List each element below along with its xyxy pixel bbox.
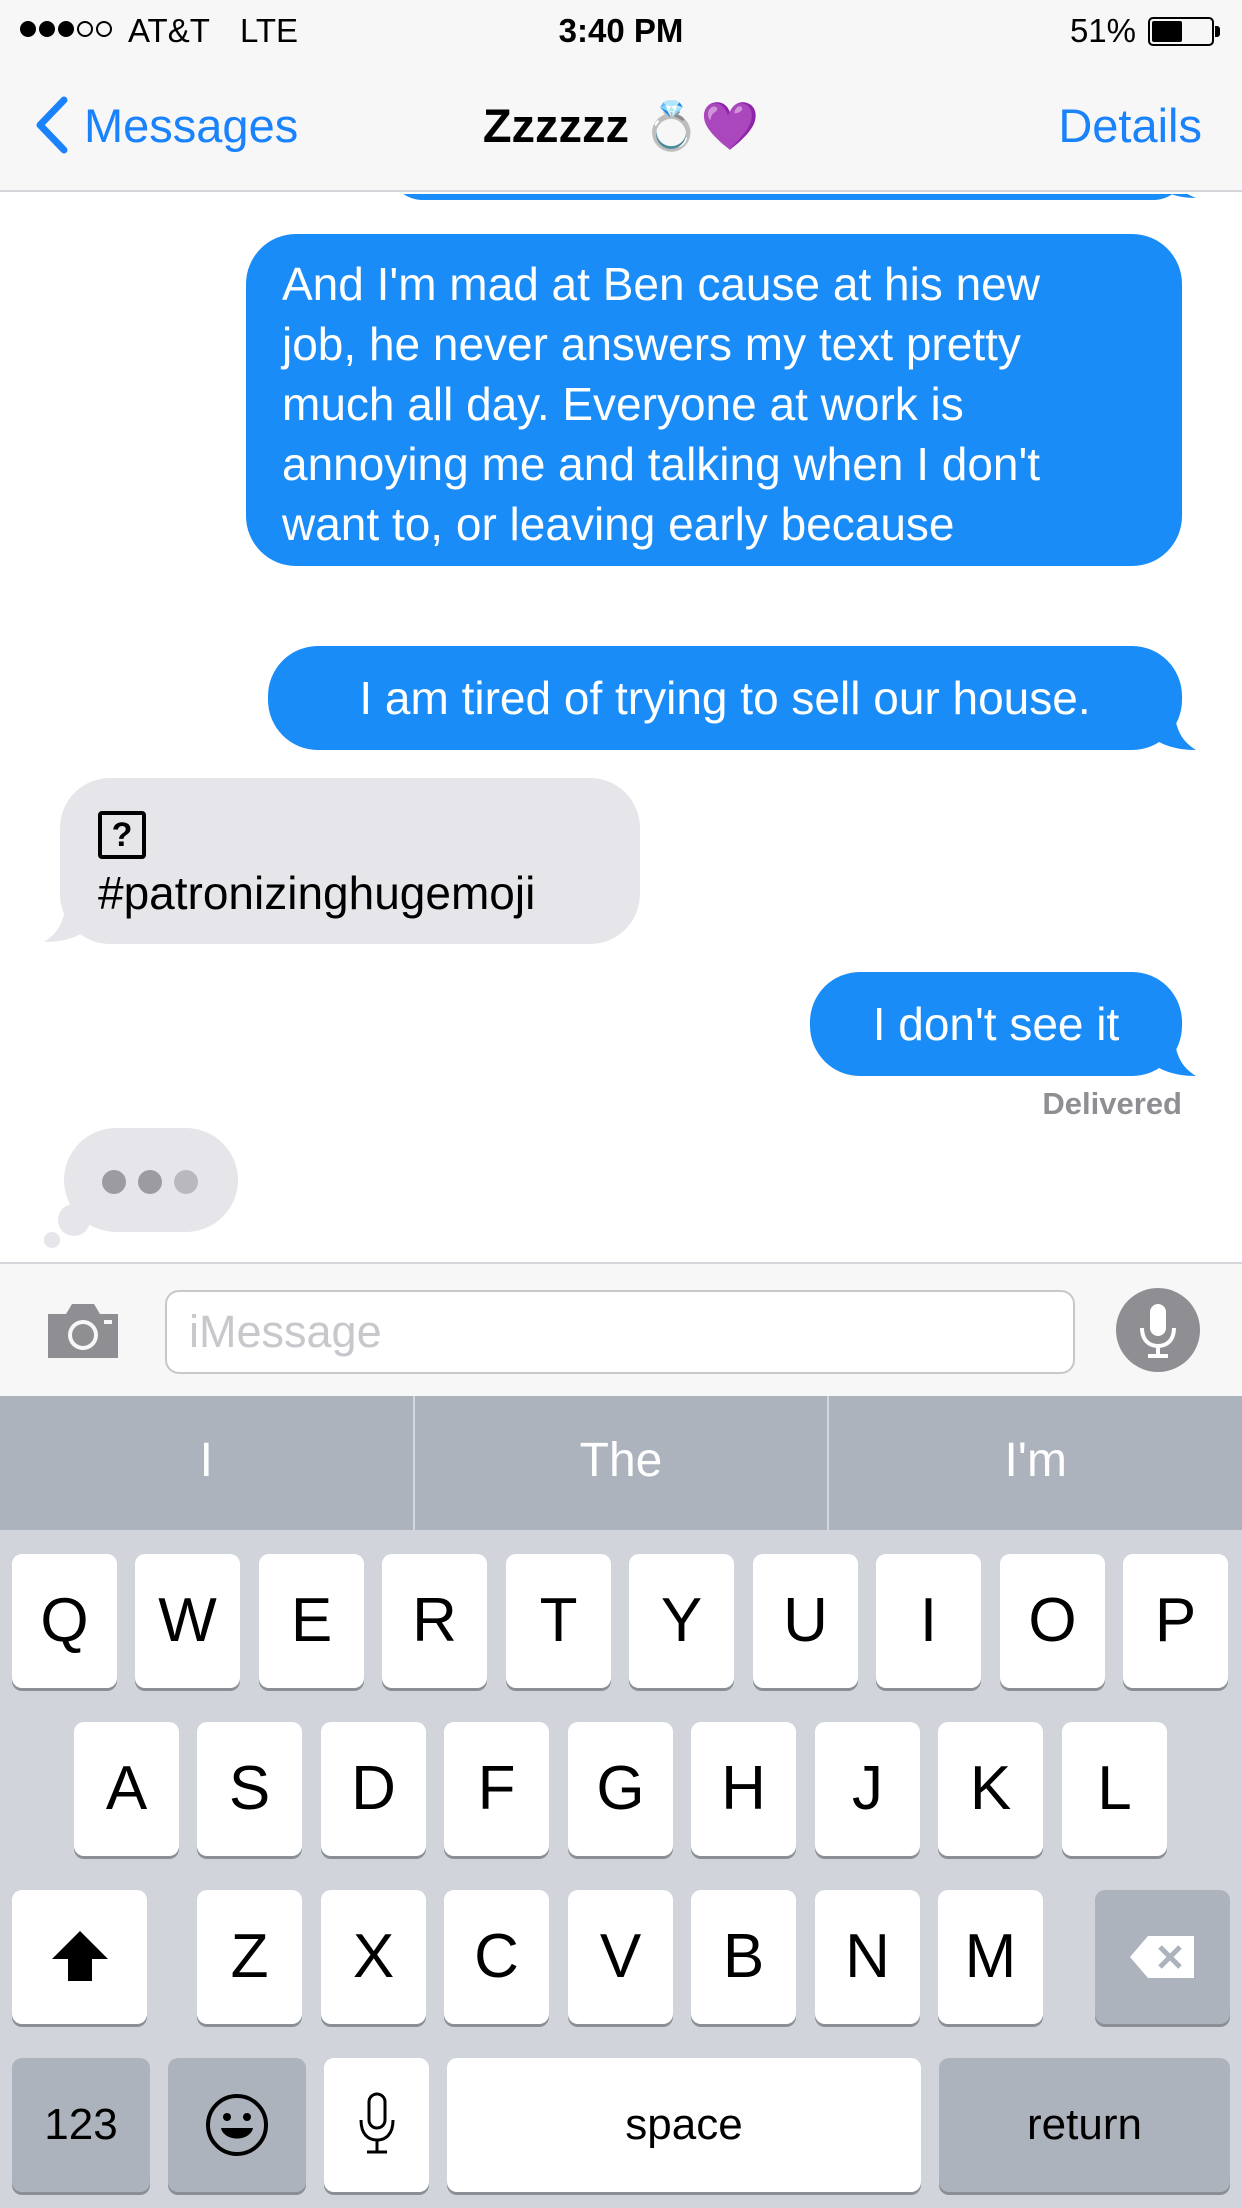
- title-emoji: 💍💜: [642, 99, 760, 152]
- emoji-key[interactable]: [168, 2058, 306, 2192]
- typing-dot: [174, 1170, 198, 1194]
- emoji-icon: [206, 2094, 268, 2156]
- key-s[interactable]: S: [197, 1722, 302, 1856]
- space-key[interactable]: space: [447, 2058, 921, 2192]
- outgoing-message-bubble[interactable]: I am tired of trying to sell our house.: [268, 646, 1182, 750]
- battery-fill: [1152, 21, 1182, 42]
- key-y[interactable]: Y: [629, 1554, 734, 1688]
- key-e[interactable]: E: [259, 1554, 364, 1688]
- top-bar: AT&T LTE 3:40 PM 51% Messages Zzzzzz 💍💜 …: [0, 0, 1242, 192]
- numbers-key[interactable]: 123: [12, 2058, 150, 2192]
- predictive-bar: I The I'm: [0, 1396, 1242, 1530]
- outgoing-message-bubble[interactable]: [388, 194, 1188, 200]
- return-key[interactable]: return: [939, 2058, 1230, 2192]
- typing-indicator: [64, 1128, 238, 1232]
- key-d[interactable]: D: [321, 1722, 426, 1856]
- prediction-option[interactable]: I: [0, 1396, 413, 1530]
- bubble-tail: [44, 902, 90, 942]
- prediction-option[interactable]: The: [412, 1396, 828, 1530]
- bubble-tail: [1171, 194, 1196, 198]
- key-f[interactable]: F: [444, 1722, 549, 1856]
- incoming-message-bubble[interactable]: ? #patronizinghugemoji: [60, 778, 640, 944]
- key-c[interactable]: C: [444, 1890, 549, 2024]
- battery-icon: [1148, 17, 1214, 46]
- key-w[interactable]: W: [135, 1554, 240, 1688]
- key-b[interactable]: B: [691, 1890, 796, 2024]
- shift-key[interactable]: [12, 1890, 147, 2024]
- microphone-icon: [359, 2092, 394, 2154]
- key-a[interactable]: A: [74, 1722, 179, 1856]
- bubble-tail: [1150, 710, 1196, 750]
- key-k[interactable]: K: [938, 1722, 1043, 1856]
- backspace-icon: [1129, 1936, 1194, 1978]
- key-z[interactable]: Z: [197, 1890, 302, 2024]
- typing-indicator-tail: [58, 1204, 90, 1236]
- key-o[interactable]: O: [1000, 1554, 1105, 1688]
- incoming-message-text: #patronizinghugemoji: [98, 867, 536, 919]
- key-m[interactable]: M: [938, 1890, 1043, 2024]
- key-t[interactable]: T: [506, 1554, 611, 1688]
- outgoing-message-bubble[interactable]: I don't see it: [810, 972, 1182, 1076]
- key-x[interactable]: X: [321, 1890, 426, 2024]
- conversation-area[interactable]: And I'm mad at Ben cause at his new job,…: [0, 194, 1242, 1262]
- dictation-key[interactable]: [324, 2058, 429, 2192]
- key-h[interactable]: H: [691, 1722, 796, 1856]
- delivered-status: Delivered: [1042, 1086, 1182, 1121]
- key-j[interactable]: J: [815, 1722, 920, 1856]
- key-v[interactable]: V: [568, 1890, 673, 2024]
- key-n[interactable]: N: [815, 1890, 920, 2024]
- backspace-key[interactable]: [1095, 1890, 1230, 2024]
- microphone-icon: [1140, 1304, 1176, 1358]
- message-input[interactable]: iMessage: [165, 1290, 1075, 1374]
- prediction-option[interactable]: I'm: [827, 1396, 1242, 1530]
- key-q[interactable]: Q: [12, 1554, 117, 1688]
- typing-indicator-tail: [44, 1232, 60, 1248]
- key-r[interactable]: R: [382, 1554, 487, 1688]
- key-p[interactable]: P: [1123, 1554, 1228, 1688]
- key-g[interactable]: G: [568, 1722, 673, 1856]
- contact-name: Zzzzzz: [482, 99, 630, 152]
- typing-dot: [102, 1170, 126, 1194]
- battery-tip: [1215, 26, 1220, 37]
- outgoing-message-bubble[interactable]: And I'm mad at Ben cause at his new job,…: [246, 234, 1182, 610]
- key-i[interactable]: I: [876, 1554, 981, 1688]
- status-bar: AT&T LTE 3:40 PM 51%: [0, 0, 1242, 62]
- key-l[interactable]: L: [1062, 1722, 1167, 1856]
- bubble-tail: [1150, 1036, 1196, 1076]
- battery-percent: 51%: [1069, 12, 1136, 49]
- keyboard: I The I'm Q W E R T Y U I O P A S D F G …: [0, 1396, 1242, 2208]
- missing-glyph-icon: ?: [98, 811, 146, 859]
- typing-dot: [138, 1170, 162, 1194]
- conversation-title: Zzzzzz 💍💜: [0, 98, 1242, 154]
- details-button[interactable]: Details: [1058, 98, 1202, 153]
- dictation-button[interactable]: [1116, 1288, 1200, 1372]
- message-input-bar: iMessage: [0, 1262, 1242, 1396]
- camera-icon[interactable]: [44, 1300, 122, 1362]
- shift-arrow-icon: [51, 1931, 108, 1981]
- key-u[interactable]: U: [753, 1554, 858, 1688]
- status-time: 3:40 PM: [558, 12, 684, 49]
